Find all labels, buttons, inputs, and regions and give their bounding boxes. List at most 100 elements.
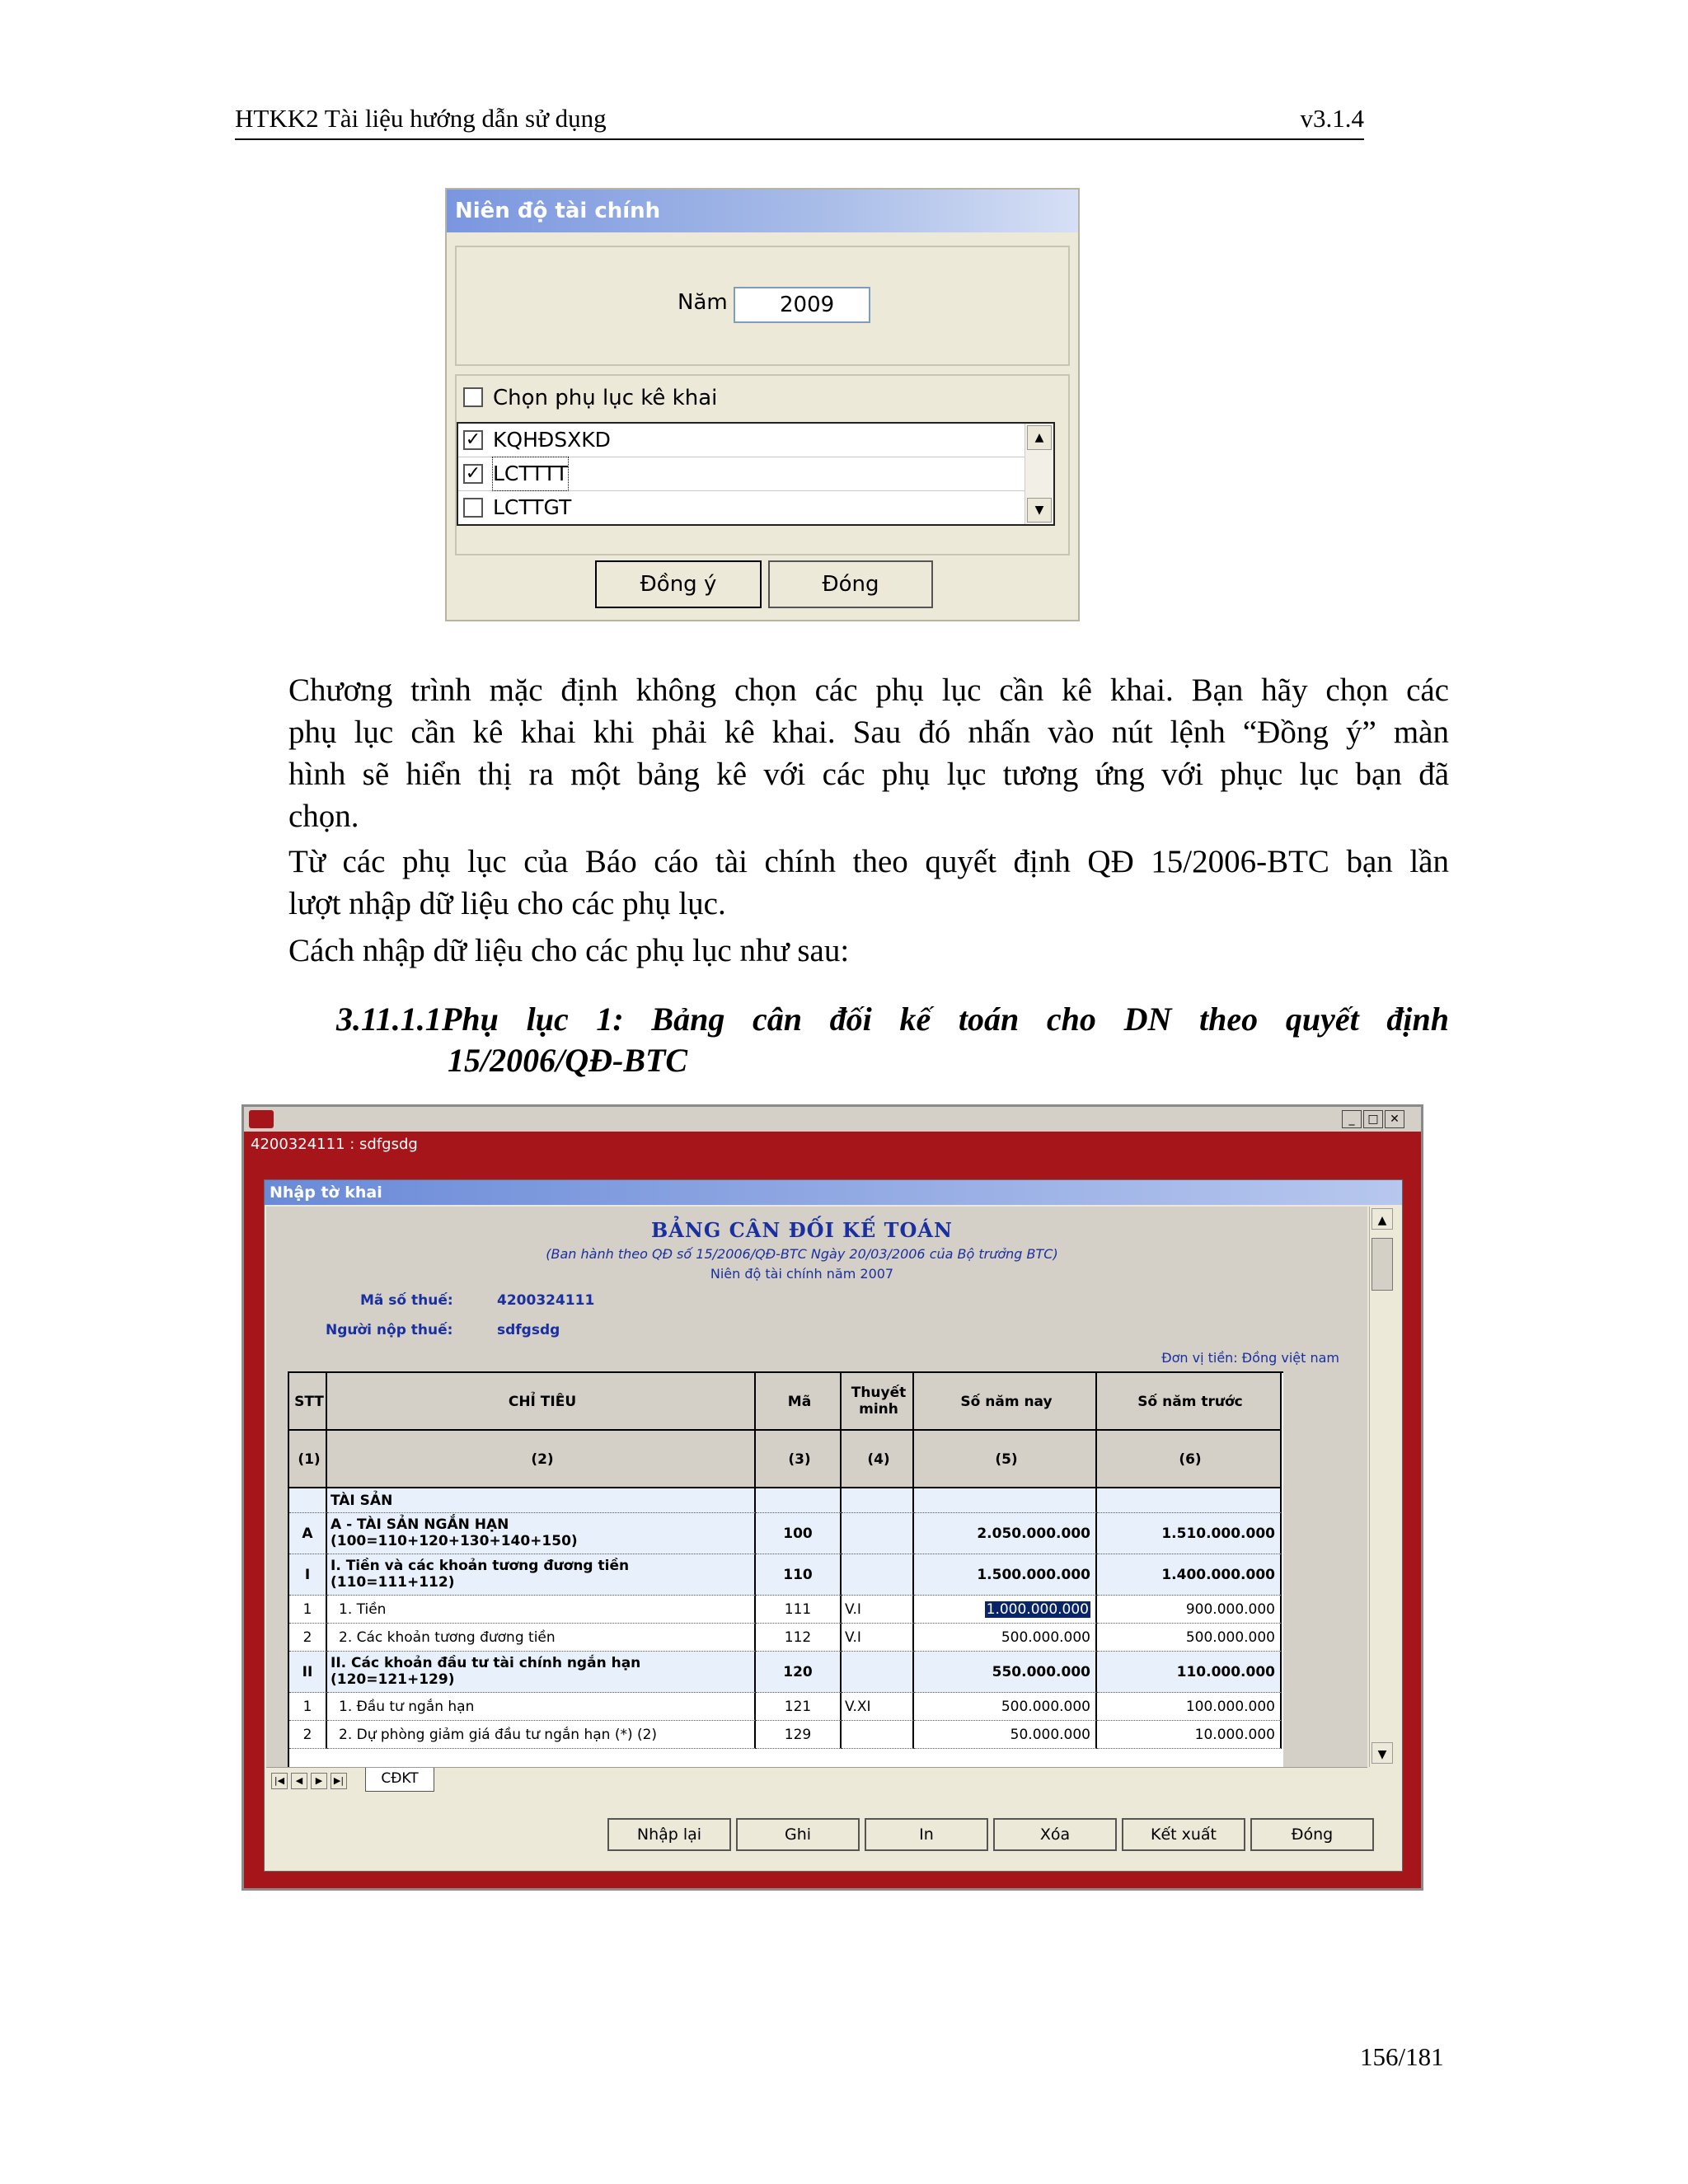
row-indicator: II. Các khoản đầu tư tài chính ngắn hạn(… <box>327 1652 756 1693</box>
row-name: 1. Tiền <box>339 1601 387 1618</box>
row-code: 100 <box>756 1513 842 1554</box>
last-sheet-icon[interactable]: ▶| <box>331 1773 347 1789</box>
row-current-value: 1.500.000.000 <box>914 1554 1097 1596</box>
row-current-value: 2.050.000.000 <box>914 1513 1097 1554</box>
list-item[interactable]: ✓ LCTTTT <box>458 457 1027 491</box>
tab-cdkt[interactable]: CĐKT <box>365 1768 434 1792</box>
current-value-input[interactable]: 2.050.000.000 <box>977 1526 1090 1542</box>
row-stt: 1 <box>289 1693 327 1721</box>
row-note <box>842 1554 914 1596</box>
table-cell <box>842 1488 914 1513</box>
row-stt: 2 <box>289 1721 327 1749</box>
prior-value-input[interactable]: 110.000.000 <box>1177 1664 1275 1680</box>
row-formula: (100=110+120+130+140+150) <box>331 1533 578 1549</box>
print-button[interactable]: In <box>865 1818 988 1851</box>
column-header: Số năm nay <box>914 1373 1097 1431</box>
row-indicator: 2. Dự phòng giảm giá đầu tư ngắn hạn (*)… <box>327 1721 756 1749</box>
minimize-icon[interactable]: _ <box>1342 1110 1362 1128</box>
row-current-value: 500.000.000 <box>914 1624 1097 1652</box>
form-subtitle: (Ban hành theo QĐ số 15/2006/QĐ-BTC Ngày… <box>546 1246 1058 1262</box>
payer-value: sdfgsdg <box>497 1322 560 1338</box>
reenter-button[interactable]: Nhập lại <box>607 1818 731 1851</box>
currency-unit: Đơn vị tiền: Đồng việt nam <box>1161 1350 1339 1366</box>
current-value-input[interactable]: 1.500.000.000 <box>977 1567 1090 1583</box>
tax-code-value: 4200324111 <box>497 1292 595 1309</box>
column-header: CHỈ TIÊU <box>327 1373 756 1431</box>
list-item[interactable]: ✓ KQHĐSXKD <box>458 424 1027 457</box>
save-button[interactable]: Ghi <box>736 1818 860 1851</box>
row-stt: A <box>289 1513 327 1554</box>
close-button[interactable]: Đóng <box>1250 1818 1374 1851</box>
list-scrollbar[interactable]: ▲ ▼ <box>1025 424 1053 524</box>
row-indicator: 2. Các khoản tương đương tiền <box>327 1624 756 1652</box>
table-cell <box>914 1488 1097 1513</box>
list-item[interactable]: LCTTGT <box>458 491 1027 524</box>
tax-code-label: Mã số thuế: <box>360 1292 453 1309</box>
current-value-input[interactable]: 1.000.000.000 <box>984 1601 1090 1618</box>
row-code: 120 <box>756 1652 842 1693</box>
column-number: (5) <box>914 1431 1097 1488</box>
year-input[interactable]: 2009 <box>734 287 870 323</box>
next-sheet-icon[interactable]: ▶ <box>311 1773 327 1789</box>
row-current-value: 500.000.000 <box>914 1693 1097 1721</box>
appendix-list: ✓ KQHĐSXKD ✓ LCTTTT LCTTGT ▲ ▼ <box>457 422 1055 526</box>
row-stt: 2 <box>289 1624 327 1652</box>
row-indicator: 1. Tiền <box>327 1596 756 1624</box>
row-indicator: 1. Đầu tư ngắn hạn <box>327 1693 756 1721</box>
document-header: HTKK2 Tài liệu hướng dẫn sử dụng v3.1.4 <box>235 104 1365 140</box>
close-icon[interactable]: ✕ <box>1385 1110 1404 1128</box>
prior-value-input[interactable]: 100.000.000 <box>1186 1699 1275 1715</box>
column-number: (4) <box>842 1431 914 1488</box>
sheet-tabs: |◀ ◀ ▶ ▶| CĐKT <box>266 1767 1367 1793</box>
ok-button[interactable]: Đồng ý <box>595 560 762 608</box>
prior-value-input[interactable]: 1.510.000.000 <box>1161 1526 1275 1542</box>
list-item-checkbox[interactable]: ✓ <box>463 464 483 484</box>
row-note: V.I <box>842 1624 914 1652</box>
sheet-scrollbar[interactable]: ▲ ▼ <box>1369 1207 1395 1767</box>
export-button[interactable]: Kết xuất <box>1122 1818 1245 1851</box>
row-prior-value: 10.000.000 <box>1097 1721 1282 1749</box>
row-prior-value: 1.510.000.000 <box>1097 1513 1282 1554</box>
prev-sheet-icon[interactable]: ◀ <box>291 1773 307 1789</box>
button-bar: Nhập lại Ghi In Xóa Kết xuất Đóng <box>266 1803 1399 1863</box>
row-name: A - TÀI SẢN NGẮN HẠN <box>331 1516 509 1533</box>
fiscal-year-text: Niên độ tài chính năm 2007 <box>710 1266 894 1282</box>
current-value-input[interactable]: 500.000.000 <box>1001 1629 1090 1646</box>
list-item-checkbox[interactable]: ✓ <box>463 430 483 450</box>
current-value-input[interactable]: 500.000.000 <box>1001 1699 1090 1715</box>
row-note <box>842 1513 914 1554</box>
row-code: 110 <box>756 1554 842 1596</box>
form-title: BẢNG CÂN ĐỐI KẾ TOÁN <box>650 1218 953 1242</box>
close-button[interactable]: Đóng <box>768 560 933 608</box>
row-note: V.I <box>842 1596 914 1624</box>
row-stt: II <box>289 1652 327 1693</box>
scroll-down-icon[interactable]: ▼ <box>1372 1742 1393 1764</box>
document-version: v3.1.4 <box>1300 104 1365 133</box>
select-appendix-label: Chọn phụ lục kê khai <box>493 386 718 410</box>
current-value-input[interactable]: 550.000.000 <box>992 1664 1090 1680</box>
row-current-value: 50.000.000 <box>914 1721 1097 1749</box>
taxpayer-bar: 4200324111 : sdfgsdg <box>244 1132 1421 1158</box>
current-value-input[interactable]: 50.000.000 <box>1010 1727 1090 1743</box>
list-item-checkbox[interactable] <box>463 498 483 518</box>
scroll-down-icon[interactable]: ▼ <box>1027 498 1052 523</box>
scroll-up-icon[interactable]: ▲ <box>1027 425 1052 450</box>
prior-value-input[interactable]: 500.000.000 <box>1186 1629 1275 1646</box>
maximize-icon[interactable]: □ <box>1363 1110 1383 1128</box>
first-sheet-icon[interactable]: |◀ <box>271 1773 288 1789</box>
table-cell <box>756 1488 842 1513</box>
fiscal-year-dialog: Niên độ tài chính Năm 2009 Chọn phụ lục … <box>445 188 1080 621</box>
prior-value-input[interactable]: 900.000.000 <box>1186 1601 1275 1618</box>
row-note: V.XI <box>842 1693 914 1721</box>
row-note <box>842 1652 914 1693</box>
delete-button[interactable]: Xóa <box>993 1818 1117 1851</box>
row-formula: (110=111+112) <box>331 1574 455 1591</box>
prior-value-input[interactable]: 1.400.000.000 <box>1161 1567 1275 1583</box>
select-appendix-checkbox[interactable] <box>463 387 483 407</box>
scroll-thumb[interactable] <box>1372 1238 1393 1291</box>
prior-value-input[interactable]: 10.000.000 <box>1195 1727 1275 1743</box>
app-logo-icon <box>249 1110 274 1128</box>
scroll-up-icon[interactable]: ▲ <box>1372 1208 1393 1230</box>
row-note <box>842 1721 914 1749</box>
window-titlebar: _ □ ✕ <box>244 1107 1421 1132</box>
